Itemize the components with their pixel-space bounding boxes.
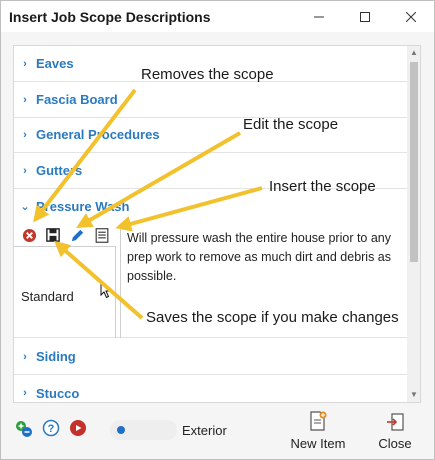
remove-scope-button[interactable]: [21, 227, 37, 243]
scroll-down-icon[interactable]: ▼: [407, 388, 420, 402]
callout-remove: Removes the scope: [141, 66, 274, 83]
category-label: Pressure Wash: [36, 198, 130, 214]
exit-icon: [387, 413, 404, 431]
maximize-icon: [360, 11, 370, 22]
scope-list-panel: › Eaves › Fascia Board › General Procedu…: [13, 45, 421, 403]
category-label: Stucco: [36, 385, 80, 401]
edit-icon: [71, 229, 83, 241]
close-icon: [406, 11, 416, 22]
scope-name-cell[interactable]: Standard: [14, 246, 116, 338]
chevron-right-icon: ›: [23, 387, 27, 399]
mouse-cursor-icon: [100, 281, 112, 299]
scope-action-bar: [14, 224, 116, 246]
chevron-right-icon: ›: [23, 57, 27, 70]
category-row-fascia-board[interactable]: › Fascia Board: [14, 82, 407, 118]
title-bar: Insert Job Scope Descriptions: [1, 1, 434, 32]
youtube-button[interactable]: [69, 419, 87, 437]
chevron-right-icon: ›: [23, 350, 27, 363]
category-row-general-procedures[interactable]: › General Procedures: [14, 117, 407, 153]
scrollbar-thumb[interactable]: [410, 62, 418, 262]
youtube-icon: [70, 420, 86, 436]
chevron-right-icon: ›: [23, 93, 27, 106]
insert-icon: [95, 227, 109, 243]
insert-scope-button[interactable]: [94, 227, 110, 243]
callout-insert: Insert the scope: [269, 178, 376, 195]
chevron-right-icon: ›: [23, 164, 27, 177]
close-label: Close: [378, 436, 412, 451]
edit-scope-button[interactable]: [69, 227, 85, 243]
save-icon: [46, 228, 60, 242]
new-item-label: New Item: [290, 436, 346, 451]
category-label: Siding: [36, 349, 76, 364]
window-title: Insert Job Scope Descriptions: [9, 9, 211, 25]
toggle-knob: [117, 426, 125, 434]
vertical-scrollbar[interactable]: ▲ ▼: [407, 46, 420, 402]
callout-edit: Edit the scope: [243, 116, 339, 133]
add-remove-icon: [16, 421, 32, 437]
callout-save: Saves the scope if you make changes: [146, 309, 399, 326]
category-label: Gutters: [36, 163, 83, 178]
minimize-button[interactable]: [296, 1, 342, 32]
category-label: General Procedures: [36, 127, 160, 142]
maximize-button[interactable]: [342, 1, 388, 32]
toggle-label: Exterior: [182, 423, 227, 438]
save-scope-button[interactable]: [45, 227, 61, 243]
chevron-right-icon: ›: [23, 128, 27, 141]
footer-bar: ? Exterior New Item Close: [1, 405, 434, 459]
chevron-down-icon: ⌄: [20, 200, 30, 213]
category-label: Fascia Board: [36, 92, 118, 107]
scope-name: Standard: [21, 289, 74, 304]
new-item-icon: [310, 411, 327, 431]
scroll-up-icon[interactable]: ▲: [407, 46, 420, 60]
svg-text:?: ?: [48, 423, 55, 435]
exterior-toggle[interactable]: [110, 420, 177, 440]
minimize-icon: [314, 16, 324, 17]
add-remove-button[interactable]: [15, 420, 33, 438]
help-button[interactable]: ?: [42, 419, 60, 437]
remove-icon: [22, 228, 36, 242]
help-icon: ?: [42, 419, 60, 437]
category-row-siding[interactable]: › Siding: [14, 339, 407, 375]
new-item-button[interactable]: New Item: [286, 407, 350, 451]
category-row-stucco[interactable]: › Stucco: [14, 375, 407, 402]
category-label: Eaves: [36, 56, 74, 71]
close-button[interactable]: Close: [373, 407, 417, 451]
close-window-button[interactable]: [388, 1, 434, 32]
